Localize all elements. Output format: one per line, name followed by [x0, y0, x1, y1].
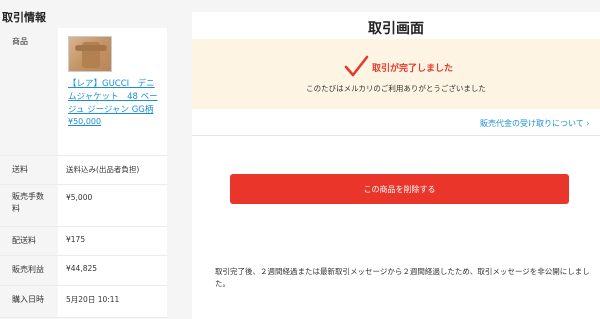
page-title: 取引画面 — [368, 21, 424, 37]
product-thumbnail[interactable] — [68, 36, 112, 72]
product-name-link[interactable]: 【レア】GUCCI デニムジャケット 48 ベージュ ジージャン GG柄 — [68, 78, 160, 117]
thank-you-message: このたびはメルカリのご利用ありがとうございました — [306, 84, 486, 93]
fee-value: ¥5,000 — [58, 185, 167, 226]
date-value: 5月20日 10:11 — [58, 286, 167, 317]
message-hidden-note: 取引完了後、２週間経過または最新取引メッセージから２週間経過したため、取引メッセ… — [215, 267, 590, 288]
section-divider — [192, 135, 600, 136]
transaction-screen: 取引画面 取引が完了しました このたびはメルカリのご利用ありがとうございました … — [192, 12, 600, 319]
delete-item-button[interactable]: この商品を削除する — [230, 174, 569, 204]
product-label: 商品 — [0, 28, 58, 155]
fee-row: 販売手数料 ¥5,000 — [0, 185, 167, 227]
date-label: 購入日時 — [0, 286, 58, 317]
delivery-label: 配送料 — [0, 227, 58, 255]
checkmark-icon — [344, 55, 369, 77]
profit-value: ¥44,825 — [58, 256, 167, 285]
product-price-link[interactable]: ¥50,000 — [68, 117, 167, 126]
transaction-info-panel: 取引情報 商品 【レア】GUCCI デニムジャケット 48 ベージュ ジージャン… — [0, 0, 178, 319]
delivery-value: ¥175 — [58, 227, 167, 255]
transaction-info-title: 取引情報 — [2, 11, 46, 24]
delivery-row: 配送料 ¥175 — [0, 227, 167, 256]
product-row: 商品 【レア】GUCCI デニムジャケット 48 ベージュ ジージャン GG柄 … — [0, 28, 167, 156]
profit-label: 販売利益 — [0, 256, 58, 285]
completion-status: 取引が完了しました — [372, 64, 454, 74]
shipping-row: 送料 送料込み(出品者負担) — [0, 156, 167, 185]
payment-info-link[interactable]: 販売代金の受け取りについて › — [480, 118, 590, 129]
shipping-label: 送料 — [0, 156, 58, 184]
product-value: 【レア】GUCCI デニムジャケット 48 ベージュ ジージャン GG柄 ¥50… — [58, 28, 167, 155]
date-row: 購入日時 5月20日 10:11 — [0, 286, 167, 318]
shipping-value: 送料込み(出品者負担) — [58, 156, 167, 184]
completion-banner: 取引が完了しました このたびはメルカリのご利用ありがとうございました — [192, 39, 600, 109]
fee-label: 販売手数料 — [0, 185, 58, 226]
transaction-info-table: 商品 【レア】GUCCI デニムジャケット 48 ベージュ ジージャン GG柄 … — [0, 28, 167, 318]
profit-row: 販売利益 ¥44,825 — [0, 256, 167, 286]
